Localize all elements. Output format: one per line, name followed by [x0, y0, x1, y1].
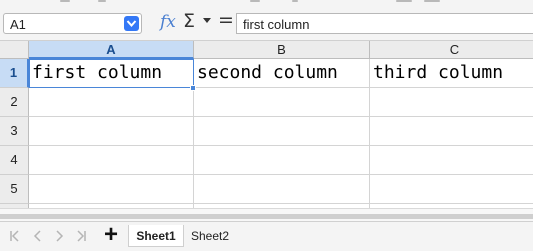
toolbar-strip — [0, 0, 533, 7]
toolbar-fragment — [250, 0, 260, 2]
function-wizard-icon[interactable]: fx — [160, 12, 176, 32]
column-header-b[interactable]: B — [194, 41, 370, 59]
sum-dropdown-caret-icon[interactable] — [203, 18, 211, 24]
toolbar-fragment — [98, 0, 106, 2]
scrollbar-thumb[interactable] — [0, 214, 533, 219]
column-header-a[interactable]: A — [29, 41, 194, 59]
cell-b4[interactable] — [194, 146, 370, 175]
first-sheet-icon[interactable] — [8, 229, 22, 243]
formula-input[interactable]: first column — [236, 13, 533, 34]
cell-c5[interactable] — [370, 175, 533, 204]
chevron-down-icon — [126, 20, 137, 28]
row-header-1[interactable]: 1 — [0, 59, 29, 88]
formula-input-value: first column — [243, 17, 310, 32]
name-box-value: A1 — [10, 17, 26, 32]
column-header-c[interactable]: C — [370, 41, 533, 59]
name-box[interactable]: A1 — [3, 13, 142, 34]
cell-b1[interactable]: second column — [194, 59, 370, 88]
last-sheet-icon[interactable] — [74, 229, 88, 243]
toolbar-fragment — [292, 0, 298, 2]
cell-b5[interactable] — [194, 175, 370, 204]
formula-equals-icon[interactable]: = — [218, 9, 234, 31]
cell-a3[interactable] — [29, 117, 194, 146]
row-header-2[interactable]: 2 — [0, 88, 29, 117]
row-header-5[interactable]: 5 — [0, 175, 29, 204]
toolbar-fragment — [424, 0, 440, 2]
sheet-tab-sheet2[interactable]: Sheet2 — [186, 225, 234, 247]
cell-a5[interactable] — [29, 175, 194, 204]
cell-c4[interactable] — [370, 146, 533, 175]
add-sheet-button[interactable]: + — [101, 223, 121, 247]
cell-b2[interactable] — [194, 88, 370, 117]
spreadsheet-grid: A B C 1 2 3 4 5 first column second colu… — [0, 41, 533, 208]
cell-c1[interactable]: third column — [370, 59, 533, 88]
name-box-dropdown-button[interactable] — [124, 16, 139, 31]
sum-icon[interactable]: Σ — [183, 10, 195, 32]
next-sheet-icon[interactable] — [52, 229, 66, 243]
previous-sheet-icon[interactable] — [31, 229, 45, 243]
cell-a4[interactable] — [29, 146, 194, 175]
sheet-tab-bar: + Sheet1 Sheet2 — [0, 221, 533, 251]
cell-b3[interactable] — [194, 117, 370, 146]
sheet-tab-sheet1[interactable]: Sheet1 — [128, 225, 184, 247]
horizontal-scrollbar[interactable] — [0, 208, 533, 221]
row-header-4[interactable]: 4 — [0, 146, 29, 175]
cell-c3[interactable] — [370, 117, 533, 146]
cell-a2[interactable] — [29, 88, 194, 117]
fill-handle[interactable] — [190, 85, 196, 91]
cell-a1[interactable]: first column — [29, 59, 194, 88]
toolbar-fragment — [60, 0, 70, 2]
formula-bar: A1 fx Σ = first column — [0, 7, 533, 41]
row-header-3[interactable]: 3 — [0, 117, 29, 146]
cell-c2[interactable] — [370, 88, 533, 117]
select-all-corner[interactable] — [0, 41, 29, 59]
toolbar-fragment — [396, 0, 412, 2]
